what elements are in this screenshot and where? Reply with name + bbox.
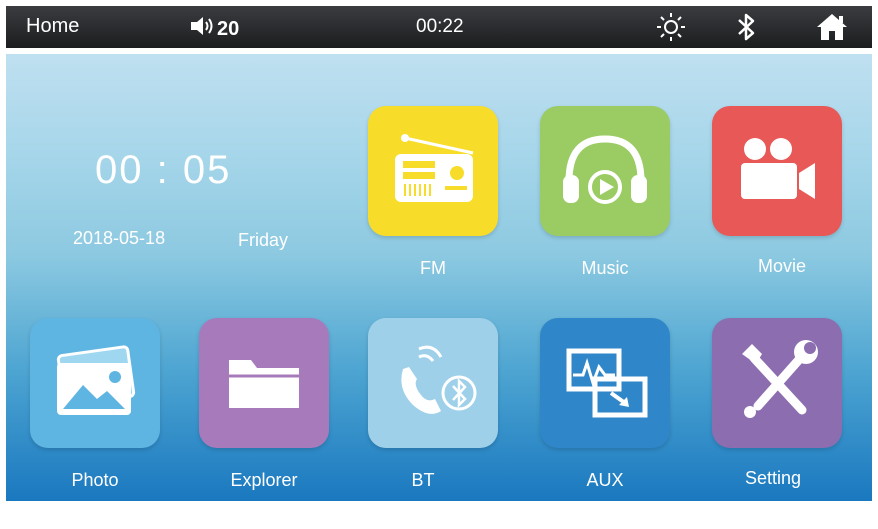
bluetooth-icon[interactable]	[736, 11, 758, 48]
clock-weekday: Friday	[238, 230, 289, 250]
app-music-button[interactable]	[540, 106, 670, 236]
video-camera-icon	[731, 133, 823, 210]
home-icon[interactable]	[814, 11, 850, 48]
app-explorer-button[interactable]	[199, 318, 329, 448]
bluetooth-phone-icon	[383, 339, 483, 428]
volume-indicator[interactable]: 20	[189, 14, 239, 44]
app-setting-button[interactable]	[712, 318, 842, 448]
home-title[interactable]: Home	[26, 15, 79, 38]
app-photo-button[interactable]	[30, 318, 160, 448]
device-frame: Home 20 00:22 00: 05 2018-05-18 Friday …	[0, 0, 878, 529]
clock-time: 00 : 05	[95, 148, 232, 192]
app-fm-button[interactable]	[368, 106, 498, 236]
photo-icon	[47, 341, 143, 426]
volume-value: 20	[217, 17, 240, 40]
clock-date: 2018-05-18	[73, 228, 166, 248]
status-bar: Home 20 00:22	[6, 6, 872, 48]
status-time: 00:22	[416, 16, 464, 37]
app-photo-label: Photo	[71, 470, 119, 490]
aux-input-icon	[555, 341, 655, 426]
headphones-icon	[557, 129, 653, 214]
app-aux-label: AUX	[586, 470, 624, 490]
app-aux-button[interactable]	[540, 318, 670, 448]
app-bt-button[interactable]	[368, 318, 498, 448]
wrench-screwdriver-icon	[732, 336, 822, 431]
app-movie-label: Movie	[757, 256, 806, 276]
folder-icon	[219, 346, 309, 421]
app-movie-button[interactable]	[712, 106, 842, 236]
app-fm-label: FM	[420, 258, 446, 278]
app-explorer-label: Explorer	[230, 470, 298, 490]
app-music-label: Music	[581, 258, 629, 278]
radio-icon	[387, 128, 479, 215]
app-setting-label: Setting	[744, 468, 802, 488]
brightness-icon[interactable]	[655, 11, 687, 48]
app-bt-label: BT	[411, 470, 435, 490]
speaker-icon	[189, 14, 215, 44]
